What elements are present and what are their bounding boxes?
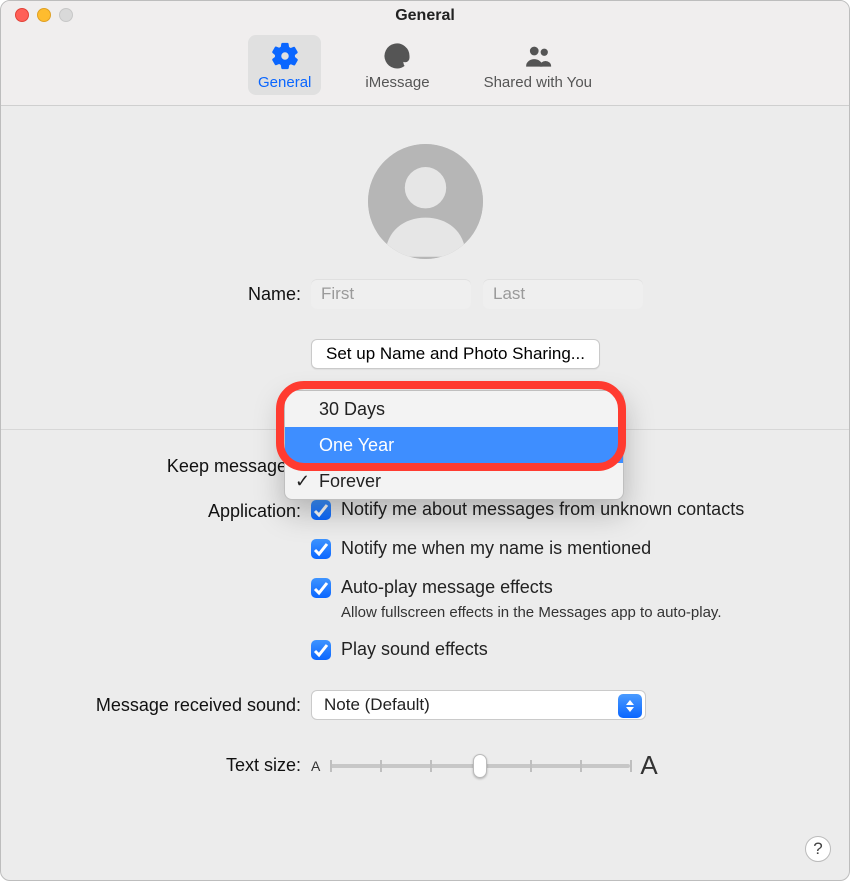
- tab-shared-with-you[interactable]: Shared with You: [474, 35, 602, 95]
- window-title: General: [395, 7, 455, 25]
- chevron-updown-icon: [618, 694, 642, 718]
- name-row: Name:: [29, 279, 821, 309]
- close-icon[interactable]: [15, 8, 29, 22]
- keep-messages-label: Keep messages:: [29, 456, 311, 477]
- textsize-big-glyph: A: [640, 750, 657, 781]
- checkbox-sound-effects[interactable]: [311, 640, 331, 660]
- gear-icon: [270, 41, 300, 71]
- tab-label: General: [258, 74, 311, 91]
- tab-general[interactable]: General: [248, 35, 321, 95]
- option-forever[interactable]: ✓Forever: [285, 463, 623, 499]
- checkbox-label: Auto-play message effects: [341, 577, 553, 598]
- help-button[interactable]: ?: [805, 836, 831, 862]
- tab-label: iMessage: [365, 74, 429, 91]
- avatar-wrap: [29, 144, 821, 259]
- setup-sharing-button[interactable]: Set up Name and Photo Sharing...: [311, 339, 600, 369]
- sound-select[interactable]: Note (Default): [311, 690, 646, 720]
- checkbox-unknown-contacts[interactable]: [311, 500, 331, 520]
- textsize-small-glyph: A: [311, 758, 320, 774]
- last-name-input[interactable]: [483, 279, 643, 309]
- traffic-lights: [15, 8, 73, 22]
- application-label: Application:: [29, 499, 311, 522]
- textsize-label: Text size:: [29, 755, 311, 776]
- at-icon: [382, 41, 412, 71]
- titlebar: General: [1, 1, 849, 31]
- option-one-year[interactable]: One Year: [285, 427, 623, 463]
- preferences-window: General General iMessage Shared with You: [0, 0, 850, 881]
- textsize-slider[interactable]: [330, 752, 630, 780]
- people-icon: [523, 41, 553, 71]
- tab-label: Shared with You: [484, 74, 592, 91]
- checkbox-label: Notify me about messages from unknown co…: [341, 499, 744, 520]
- checkbox-label: Play sound effects: [341, 639, 488, 660]
- first-name-input[interactable]: [311, 279, 471, 309]
- minimize-icon[interactable]: [37, 8, 51, 22]
- option-30-days[interactable]: 30 Days: [285, 391, 623, 427]
- checkbox-label: Notify me when my name is mentioned: [341, 538, 651, 559]
- keep-messages-popup: 30 Days One Year ✓Forever: [284, 390, 624, 500]
- sound-value: Note (Default): [324, 695, 430, 715]
- slider-knob[interactable]: [473, 754, 487, 778]
- autoplay-hint: Allow fullscreen effects in the Messages…: [341, 604, 744, 621]
- zoom-icon[interactable]: [59, 8, 73, 22]
- tab-toolbar: General iMessage Shared with You: [1, 31, 849, 106]
- name-label: Name:: [29, 284, 311, 305]
- tab-imessage[interactable]: iMessage: [355, 35, 439, 95]
- sound-label: Message received sound:: [29, 695, 311, 716]
- person-icon: [368, 144, 483, 259]
- checkbox-name-mentioned[interactable]: [311, 539, 331, 559]
- checkbox-autoplay-effects[interactable]: [311, 578, 331, 598]
- checkmark-icon: ✓: [295, 471, 310, 492]
- avatar[interactable]: [368, 144, 483, 259]
